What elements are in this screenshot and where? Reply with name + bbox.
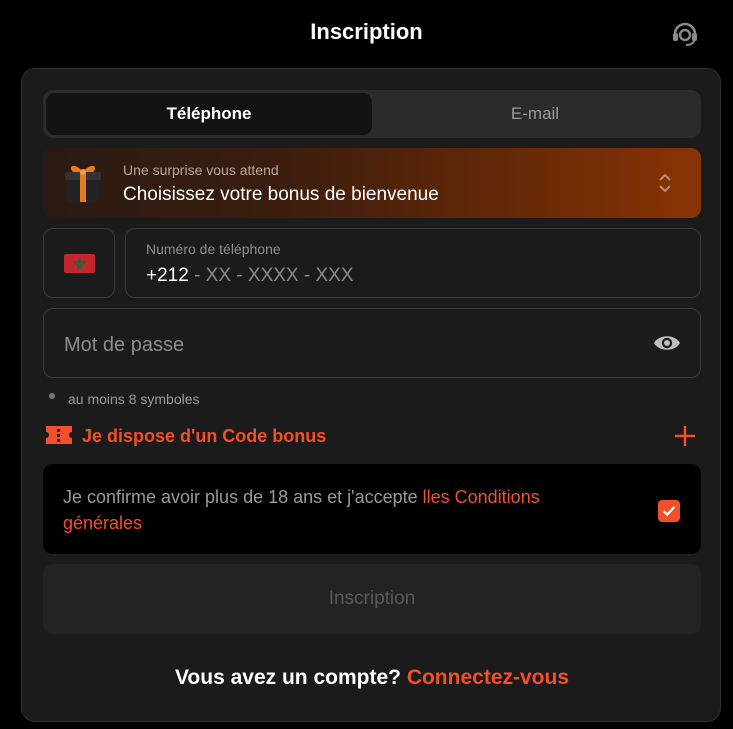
phone-input[interactable]: Numéro de téléphone +212 - XX - XXXX - X… [125, 228, 701, 298]
bonus-subtitle: Une surprise vous attend [123, 162, 279, 178]
morocco-flag-icon [64, 254, 95, 273]
check-icon [662, 506, 676, 517]
submit-button[interactable]: Inscription [43, 564, 701, 634]
login-link[interactable]: Connectez-vous [407, 666, 569, 689]
headset-icon[interactable] [669, 17, 701, 49]
method-tabs: Téléphone E-mail [43, 90, 701, 138]
password-input[interactable]: Mot de passe [43, 308, 701, 378]
password-hint: au moins 8 symboles [68, 391, 200, 407]
header: Inscription [0, 0, 733, 64]
terms-text: Je confirme avoir plus de 18 ans et j'ac… [63, 484, 623, 536]
tab-email[interactable]: E-mail [372, 93, 698, 135]
phone-country-code: +212 [146, 265, 189, 286]
phone-label: Numéro de téléphone [146, 241, 281, 257]
phone-mask: - XX - XXXX - XXX [188, 265, 354, 286]
ticket-icon[interactable] [44, 424, 74, 446]
phone-value[interactable]: +212 - XX - XXXX - XXX [146, 265, 354, 287]
plus-icon[interactable] [673, 424, 697, 448]
bonus-title: Choisissez votre bonus de bienvenue [123, 184, 439, 205]
country-selector[interactable] [43, 228, 115, 298]
hint-bullet [49, 393, 55, 399]
password-placeholder: Mot de passe [64, 334, 185, 356]
chevron-updown-icon [659, 173, 671, 193]
terms-checkbox[interactable] [658, 500, 680, 522]
welcome-bonus-selector[interactable]: Une surprise vous attend Choisissez votr… [43, 148, 701, 218]
eye-icon[interactable] [653, 332, 681, 354]
login-prompt: Vous avez un compte? Connectez-vous [22, 666, 722, 690]
promo-code-toggle[interactable]: Je dispose d'un Code bonus [82, 426, 326, 447]
registration-card: Téléphone E-mail Une surprise vous atten… [21, 68, 721, 722]
page-title: Inscription [310, 19, 423, 44]
login-question: Vous avez un compte? [174, 666, 407, 689]
terms-block: Je confirme avoir plus de 18 ans et j'ac… [43, 464, 701, 554]
terms-statement: Je confirme avoir plus de 18 ans et j'ac… [63, 487, 423, 507]
gift-icon [65, 165, 101, 202]
tab-phone[interactable]: Téléphone [46, 93, 372, 135]
